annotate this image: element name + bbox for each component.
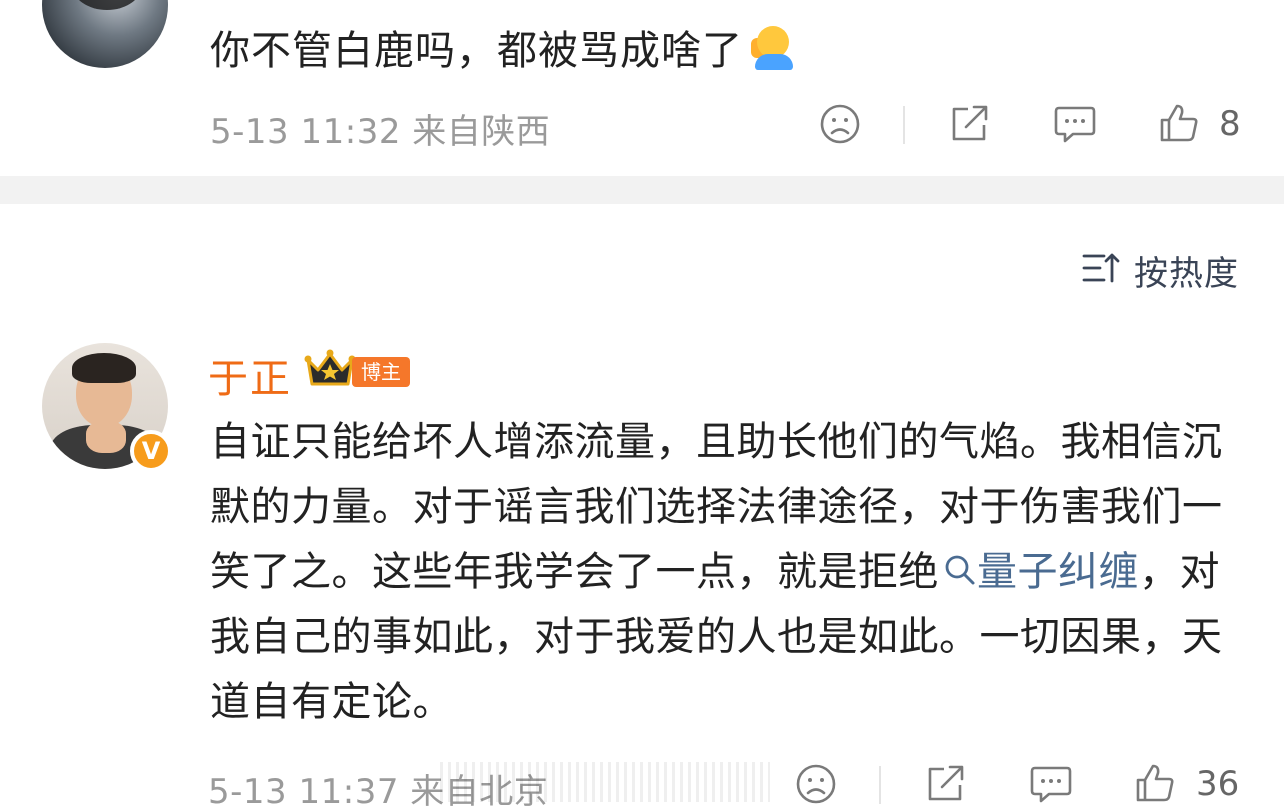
comment-icon[interactable] bbox=[1053, 104, 1097, 144]
action-divider bbox=[903, 106, 905, 144]
sort-icon bbox=[1082, 251, 1122, 289]
comment-1-text: 你不管白鹿吗，都被骂成啥了 bbox=[210, 18, 795, 76]
watermark-overlay bbox=[440, 762, 770, 802]
share-icon[interactable] bbox=[924, 763, 966, 803]
section-divider bbox=[0, 176, 1284, 204]
like-count: 8 bbox=[1219, 104, 1241, 144]
person-saluting-emoji-icon bbox=[749, 24, 795, 70]
username[interactable]: 于正 bbox=[208, 346, 292, 404]
host-badge: 博主 bbox=[352, 357, 410, 387]
comment-1-body: 你不管白鹿吗，都被骂成啥了 bbox=[210, 28, 743, 74]
search-topic-link[interactable]: 量子纠缠 bbox=[977, 549, 1139, 595]
sort-label: 按热度 bbox=[1134, 253, 1239, 294]
dislike-face-icon[interactable] bbox=[820, 104, 860, 144]
comment-1-meta: 5-13 11:32 来自陕西 bbox=[210, 112, 551, 152]
avatar-commenter-1[interactable] bbox=[42, 0, 168, 68]
dislike-face-icon[interactable] bbox=[796, 764, 836, 804]
comment-2-text: 自证只能给坏人增添流量，且助长他们的气焰。我相信沉默的力量。对于谣言我们选择法律… bbox=[210, 410, 1246, 735]
share-icon[interactable] bbox=[948, 103, 990, 143]
verified-badge: V bbox=[130, 430, 172, 472]
search-icon[interactable] bbox=[943, 542, 977, 585]
like-thumb-icon[interactable] bbox=[1134, 762, 1176, 804]
sort-by-hot-button[interactable]: 按热度 bbox=[1082, 250, 1239, 294]
like-thumb-icon[interactable] bbox=[1158, 102, 1200, 144]
crown-icon bbox=[304, 348, 356, 390]
comment-icon[interactable] bbox=[1029, 764, 1073, 804]
like-count: 36 bbox=[1196, 764, 1240, 804]
action-divider bbox=[879, 766, 881, 804]
